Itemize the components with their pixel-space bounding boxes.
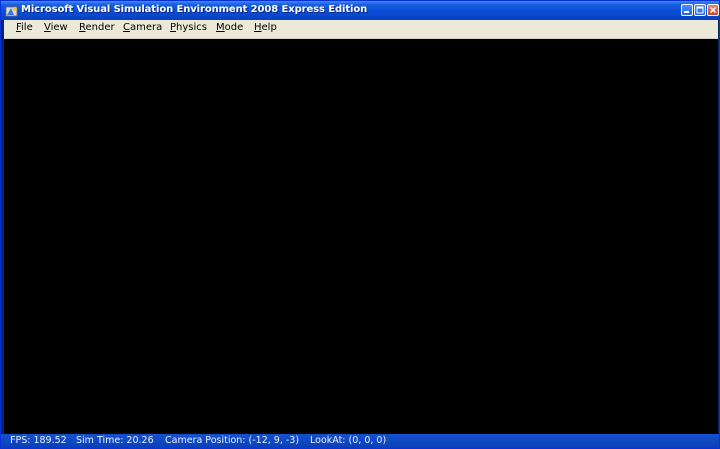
menu-file[interactable]: File (14, 22, 35, 33)
close-icon (709, 6, 717, 14)
app-window: Microsoft Visual Simulation Environment … (0, 0, 720, 449)
minimize-button[interactable] (681, 4, 693, 16)
menu-help-label: elp (261, 22, 277, 33)
menu-mode[interactable]: Mode (214, 22, 245, 33)
app-icon[interactable] (5, 3, 19, 17)
menu-file-label: ile (21, 22, 33, 33)
status-sim-time: Sim Time: 20.26 (76, 435, 154, 446)
title-bar[interactable]: Microsoft Visual Simulation Environment … (1, 1, 719, 20)
render-viewport[interactable] (4, 39, 718, 434)
menu-camera-label: amera (129, 22, 163, 33)
menu-camera-accel: C (123, 22, 130, 33)
menu-camera[interactable]: Camera (121, 22, 164, 33)
status-bar: FPS: 189.52 Sim Time: 20.26 Camera Posit… (1, 434, 719, 448)
maximize-button[interactable] (694, 4, 706, 16)
menu-mode-accel: M (216, 22, 225, 33)
menu-view-label: iew (50, 22, 68, 33)
menu-view[interactable]: View (42, 22, 70, 33)
menu-help[interactable]: Help (252, 22, 279, 33)
menu-mode-label: ode (224, 22, 244, 33)
menu-help-accel: H (254, 22, 262, 33)
menu-bar: File View Render Camera Physics Mode Hel… (4, 20, 718, 39)
menu-physics[interactable]: Physics (168, 22, 209, 33)
status-fps: FPS: 189.52 (10, 435, 67, 446)
menu-view-accel: V (44, 22, 51, 33)
menu-physics-label: hysics (176, 22, 207, 33)
minimize-icon (684, 11, 689, 13)
menu-render-label: ender (85, 22, 115, 33)
status-camera-position: Camera Position: (-12, 9, -3) (165, 435, 300, 446)
maximize-icon (696, 6, 704, 14)
window-title: Microsoft Visual Simulation Environment … (21, 4, 368, 15)
close-button[interactable] (707, 4, 719, 16)
menu-render[interactable]: Render (77, 22, 117, 33)
status-look-at: LookAt: (0, 0, 0) (310, 435, 387, 446)
